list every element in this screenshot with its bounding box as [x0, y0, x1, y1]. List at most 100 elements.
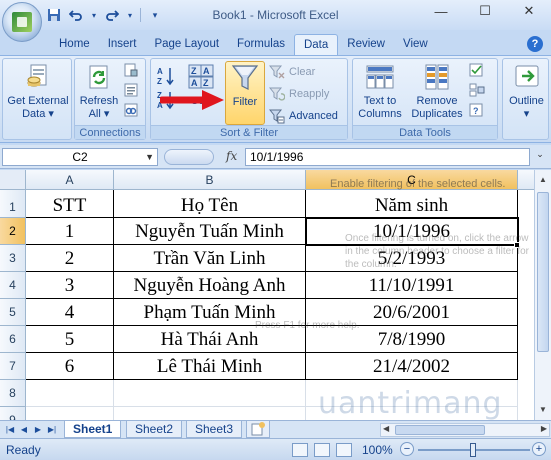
sheet-tab-sheet3[interactable]: Sheet3	[186, 421, 243, 438]
edit-links-button[interactable]	[123, 101, 139, 119]
zoom-in-button[interactable]: +	[532, 442, 546, 456]
cell-b7[interactable]: Lê Thái Minh	[114, 353, 306, 380]
row-header-7[interactable]: 7	[0, 353, 26, 380]
zoom-slider-thumb[interactable]	[470, 443, 476, 457]
cell-b4[interactable]: Nguyễn Hoàng Anh	[114, 272, 306, 299]
cell-a4[interactable]: 3	[26, 272, 114, 299]
prev-sheet-icon[interactable]: ◀	[18, 423, 30, 436]
outline-button[interactable]: Outline ▾	[505, 63, 548, 121]
cell-b9[interactable]	[114, 407, 306, 420]
connections-button[interactable]	[123, 61, 139, 79]
horizontal-scroll-thumb[interactable]	[395, 425, 485, 435]
tab-insert[interactable]: Insert	[99, 34, 146, 56]
cell-a5[interactable]: 4	[26, 299, 114, 326]
sheet-tab-sheet1[interactable]: Sheet1	[64, 421, 122, 438]
last-sheet-icon[interactable]: ▶|	[46, 423, 58, 436]
cell-b1[interactable]: Họ Tên	[114, 190, 306, 218]
get-external-data-label-2: Data ▾	[22, 108, 54, 120]
group-label-sort-filter: Sort & Filter	[151, 125, 347, 139]
what-if-analysis-button[interactable]: ?	[469, 101, 485, 119]
scroll-right-icon[interactable]: ▶	[541, 424, 547, 433]
row-header-2[interactable]: 2	[0, 218, 26, 245]
tab-page-layout[interactable]: Page Layout	[145, 34, 228, 56]
cell-b2[interactable]: Nguyễn Tuấn Minh	[114, 218, 306, 245]
office-button[interactable]	[2, 2, 42, 42]
scroll-left-icon[interactable]: ◀	[383, 424, 389, 433]
worksheet-grid: A B C 1 2 3 4 5 6 7 8 9 STT Họ Tên Năm s…	[0, 170, 551, 420]
sort-button[interactable]: ZAAZ Sort	[181, 63, 221, 108]
filter-button[interactable]: Filter	[225, 61, 265, 125]
row-header-4[interactable]: 4	[0, 272, 26, 299]
cell-c1[interactable]: Năm sinh	[306, 190, 518, 218]
row-header-8[interactable]: 8	[0, 380, 26, 407]
cell-a6[interactable]: 5	[26, 326, 114, 353]
reapply-icon	[268, 86, 286, 102]
normal-view-button[interactable]	[292, 443, 308, 457]
name-box-dropdown-icon[interactable]: ▼	[145, 149, 154, 165]
cell-a1[interactable]: STT	[26, 190, 114, 218]
remove-duplicates-button[interactable]: Remove Duplicates	[407, 63, 467, 121]
cell-a2[interactable]: 1	[26, 218, 114, 245]
cell-a9[interactable]	[26, 407, 114, 420]
formula-bar-resize-handle[interactable]	[164, 149, 214, 165]
sort-z-a-button[interactable]: ZA	[157, 91, 175, 110]
cell-c9[interactable]	[306, 407, 518, 420]
close-button[interactable]: ✕	[507, 0, 551, 22]
select-all-corner[interactable]	[0, 170, 26, 190]
consolidate-button[interactable]	[469, 81, 485, 99]
scroll-down-icon[interactable]: ▼	[535, 402, 551, 418]
horizontal-scrollbar[interactable]: ◀ ▶	[380, 423, 550, 437]
first-sheet-icon[interactable]: |◀	[4, 423, 16, 436]
page-layout-view-button[interactable]	[314, 443, 330, 457]
zoom-out-button[interactable]: −	[400, 442, 414, 456]
properties-button[interactable]	[123, 81, 139, 99]
sheet-tab-sheet2[interactable]: Sheet2	[126, 421, 183, 438]
cell-a7[interactable]: 6	[26, 353, 114, 380]
sort-a-z-button[interactable]: AZ	[157, 67, 175, 86]
group-label-data-tools: Data Tools	[353, 125, 497, 139]
tooltip-title: Enable filtering of the selected cells.	[330, 178, 506, 190]
column-header-a[interactable]: A	[26, 170, 114, 190]
name-box[interactable]: C2 ▼	[2, 148, 158, 166]
cell-c8[interactable]	[306, 380, 518, 407]
cell-c7[interactable]: 21/4/2002	[306, 353, 518, 380]
minimize-button[interactable]: —	[419, 0, 463, 22]
expand-formula-bar-icon[interactable]: ⌄	[533, 149, 547, 165]
advanced-filter-button[interactable]: Advanced	[268, 107, 338, 125]
tab-view[interactable]: View	[394, 34, 437, 56]
formula-input[interactable]: 10/1/1996	[245, 148, 530, 166]
tab-data[interactable]: Data	[293, 34, 339, 56]
text-to-columns-button[interactable]: Text to Columns	[355, 63, 405, 121]
next-sheet-icon[interactable]: ▶	[32, 423, 44, 436]
get-external-data-button[interactable]: Get External Data ▾	[5, 63, 71, 121]
cell-b8[interactable]	[114, 380, 306, 407]
tab-review[interactable]: Review	[338, 34, 394, 56]
vertical-scroll-thumb[interactable]	[537, 192, 549, 352]
tab-formulas[interactable]: Formulas	[228, 34, 294, 56]
help-icon[interactable]: ?	[527, 36, 543, 52]
row-header-1[interactable]: 1	[0, 190, 26, 218]
vertical-scrollbar[interactable]: ▲ ▼	[534, 170, 551, 420]
refresh-all-button[interactable]: Refresh All ▾	[77, 63, 121, 121]
cell-b3[interactable]: Trần Văn Linh	[114, 245, 306, 272]
scroll-up-icon[interactable]: ▲	[535, 172, 551, 188]
row-header-3[interactable]: 3	[0, 245, 26, 272]
row-header-6[interactable]: 6	[0, 326, 26, 353]
data-validation-button[interactable]	[469, 61, 485, 79]
row-header-9[interactable]: 9	[0, 407, 26, 420]
tab-home[interactable]: Home	[50, 34, 99, 56]
cell-a8[interactable]	[26, 380, 114, 407]
insert-sheet-button[interactable]	[246, 421, 270, 438]
maximize-button[interactable]: ☐	[463, 0, 507, 22]
column-header-b[interactable]: B	[114, 170, 306, 190]
row-header-5[interactable]: 5	[0, 299, 26, 326]
zoom-level[interactable]: 100%	[362, 443, 393, 457]
group-outline: Outline ▾	[502, 58, 549, 140]
insert-function-button[interactable]: fx	[226, 149, 237, 163]
reapply-button[interactable]: Reapply	[268, 85, 329, 103]
svg-text:A: A	[157, 67, 163, 76]
page-break-preview-button[interactable]	[336, 443, 352, 457]
cell-a3[interactable]: 2	[26, 245, 114, 272]
clear-filter-button[interactable]: Clear	[268, 63, 315, 81]
cell-c4[interactable]: 11/10/1991	[306, 272, 518, 299]
